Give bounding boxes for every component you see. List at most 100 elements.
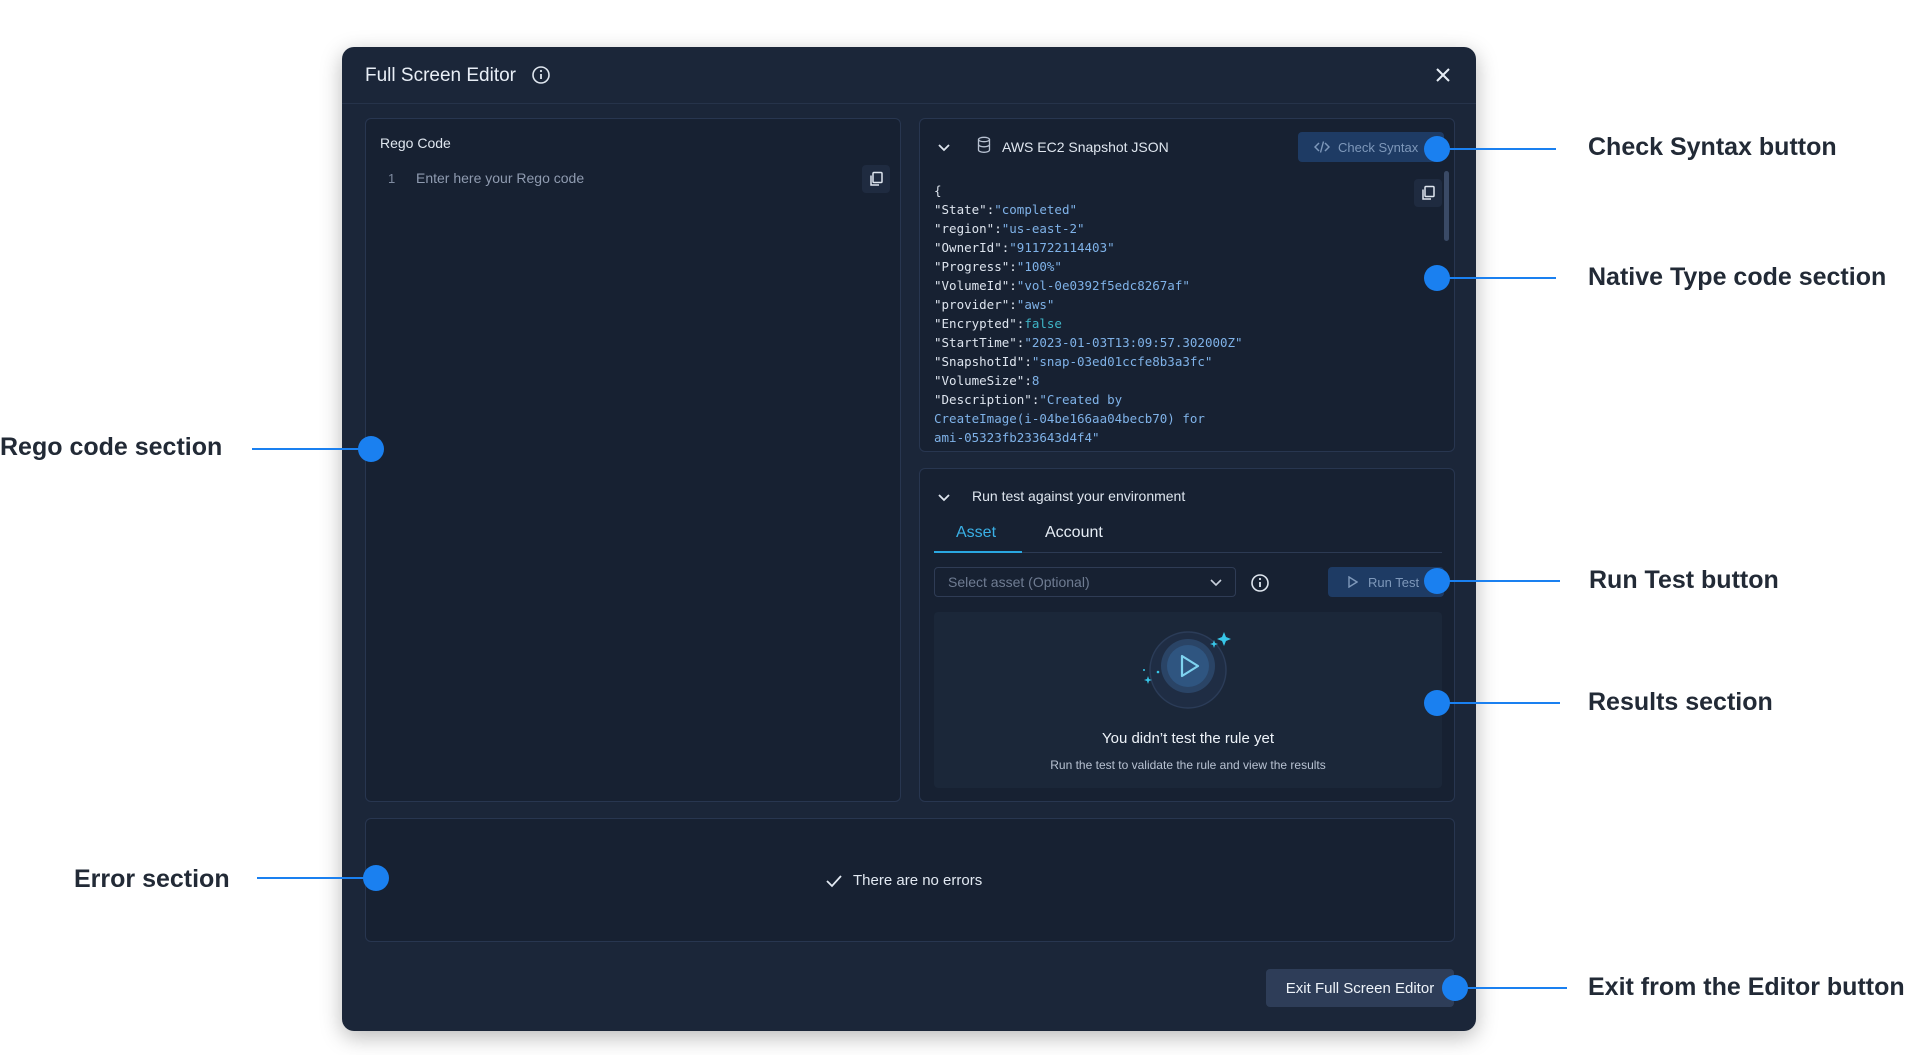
tab-account[interactable]: Account bbox=[1045, 524, 1103, 542]
json-line: "Encrypted":false bbox=[934, 314, 1404, 333]
chevron-down-icon[interactable] bbox=[936, 489, 952, 505]
json-line: "SnapshotId":"snap-03ed01ccfe8b3a3fc" bbox=[934, 352, 1404, 371]
json-value: false bbox=[1024, 316, 1062, 331]
json-value: "aws" bbox=[1016, 297, 1055, 312]
chevron-down-icon[interactable] bbox=[936, 139, 952, 155]
callout-native-type: Native Type code section bbox=[1588, 263, 1887, 291]
json-key: "Progress" bbox=[934, 259, 1010, 274]
rego-code-panel: Rego Code 1 bbox=[365, 118, 901, 802]
chevron-down-icon bbox=[1210, 579, 1222, 587]
json-line: ami-05323fb233643d4f4" bbox=[934, 428, 1404, 443]
callout-dot bbox=[358, 436, 384, 462]
play-icon bbox=[1348, 576, 1358, 588]
json-separator: : bbox=[1009, 259, 1017, 274]
copy-icon bbox=[1422, 185, 1435, 200]
json-separator: : bbox=[1024, 354, 1032, 369]
json-value: ami-05323fb233643d4f4" bbox=[934, 430, 1100, 443]
modal-header: Full Screen Editor bbox=[342, 47, 1476, 104]
json-separator: : bbox=[1009, 278, 1017, 293]
json-key: "StartTime" bbox=[934, 335, 1017, 350]
active-tab-indicator bbox=[934, 551, 1022, 553]
rego-copy-button[interactable] bbox=[862, 165, 890, 193]
code-icon bbox=[1314, 141, 1330, 153]
callout-line bbox=[1437, 702, 1560, 704]
json-line: CreateImage(i-04be166aa04becb70) for bbox=[934, 409, 1404, 428]
info-icon[interactable] bbox=[531, 65, 551, 85]
error-section: There are no errors bbox=[365, 818, 1455, 942]
json-value: "100%" bbox=[1016, 259, 1062, 274]
callout-run-test: Run Test button bbox=[1589, 566, 1779, 594]
json-line: "OwnerId":"911722114403" bbox=[934, 238, 1404, 257]
rego-code-input[interactable] bbox=[414, 163, 838, 193]
callout-check-syntax: Check Syntax button bbox=[1588, 133, 1837, 161]
exit-full-screen-editor-button[interactable]: Exit Full Screen Editor bbox=[1266, 969, 1454, 1007]
full-screen-editor-modal: Full Screen Editor Rego Code 1 Enter her… bbox=[342, 47, 1476, 1031]
callout-error: Error section bbox=[74, 865, 230, 893]
modal-title: Full Screen Editor bbox=[365, 65, 517, 86]
json-key: "Encrypted" bbox=[934, 316, 1017, 331]
json-value: "completed" bbox=[994, 202, 1078, 217]
result-title: You didn’t test the rule yet bbox=[1101, 730, 1275, 747]
result-subtitle: Run the test to validate the rule and vi… bbox=[1050, 758, 1326, 772]
run-test-title: Run test against your environment bbox=[972, 488, 1186, 504]
callout-line bbox=[1437, 277, 1556, 279]
results-section: You didn’t test the rule yet Run the tes… bbox=[934, 612, 1442, 788]
json-line: "VolumeId":"vol-0e0392f5edc8267af" bbox=[934, 276, 1404, 295]
json-open-brace: { bbox=[934, 183, 942, 198]
json-line: "StartTime":"2023-01-03T13:09:57.302000Z… bbox=[934, 333, 1404, 352]
rego-code-title: Rego Code bbox=[380, 135, 451, 151]
json-key: "OwnerId" bbox=[934, 240, 1002, 255]
callout-exit: Exit from the Editor button bbox=[1588, 973, 1905, 1001]
json-value: "2023-01-03T13:09:57.302000Z" bbox=[1024, 335, 1243, 350]
run-test-label: Run Test bbox=[1368, 574, 1420, 590]
database-icon bbox=[977, 136, 991, 153]
callout-line bbox=[257, 877, 365, 879]
callout-line bbox=[1437, 148, 1556, 150]
json-line: "VolumeSize":8 bbox=[934, 371, 1404, 390]
json-value: "snap-03ed01ccfe8b3a3fc" bbox=[1031, 354, 1213, 369]
json-separator: : bbox=[994, 221, 1002, 236]
callout-line bbox=[1455, 987, 1567, 989]
error-message: There are no errors bbox=[853, 872, 983, 889]
check-icon bbox=[826, 875, 842, 888]
json-key: "State" bbox=[934, 202, 987, 217]
callout-line bbox=[252, 448, 360, 450]
check-syntax-button[interactable]: Check Syntax bbox=[1298, 132, 1444, 162]
json-line: "Description":"Created by bbox=[934, 390, 1404, 409]
json-code-view[interactable]: { "State":"completed" "region":"us-east-2… bbox=[934, 181, 1404, 443]
native-type-code-panel: AWS EC2 Snapshot JSON Check Syntax { "St… bbox=[919, 118, 1455, 452]
callout-line bbox=[1437, 580, 1560, 582]
json-scrollbar[interactable] bbox=[1444, 171, 1449, 241]
copy-icon bbox=[870, 171, 883, 186]
json-key: "Description" bbox=[934, 392, 1032, 407]
asset-select-placeholder: Select asset (Optional) bbox=[948, 574, 1090, 590]
asset-select[interactable]: Select asset (Optional) bbox=[934, 567, 1236, 597]
callout-results: Results section bbox=[1588, 688, 1773, 716]
callout-dot bbox=[363, 865, 389, 891]
info-icon[interactable] bbox=[1250, 573, 1270, 593]
json-value: "911722114403" bbox=[1009, 240, 1115, 255]
json-separator: : bbox=[1024, 373, 1032, 388]
json-value: "vol-0e0392f5edc8267af" bbox=[1016, 278, 1190, 293]
json-key: "VolumeId" bbox=[934, 278, 1010, 293]
test-tabs: Asset Account bbox=[934, 514, 1442, 553]
json-line: "region":"us-east-2" bbox=[934, 219, 1404, 238]
json-value: 8 bbox=[1031, 373, 1040, 388]
check-syntax-label: Check Syntax bbox=[1338, 139, 1419, 155]
json-separator: : bbox=[1009, 297, 1017, 312]
json-copy-button[interactable] bbox=[1414, 179, 1442, 207]
json-line: "State":"completed" bbox=[934, 200, 1404, 219]
json-value: CreateImage(i-04be166aa04becb70) for bbox=[934, 411, 1205, 426]
json-key: "provider" bbox=[934, 297, 1010, 312]
play-illustration-icon bbox=[1143, 631, 1231, 709]
run-test-panel: Run test against your environment Asset … bbox=[919, 468, 1455, 802]
json-value: "Created by bbox=[1039, 392, 1123, 407]
callout-rego-code: Rego code section bbox=[0, 433, 223, 461]
json-line: "Progress":"100%" bbox=[934, 257, 1404, 276]
close-icon[interactable] bbox=[1432, 64, 1454, 86]
json-key: "VolumeSize" bbox=[934, 373, 1025, 388]
tab-asset[interactable]: Asset bbox=[956, 524, 996, 542]
json-key: "region" bbox=[934, 221, 995, 236]
json-key: "SnapshotId" bbox=[934, 354, 1025, 369]
json-line: "provider":"aws" bbox=[934, 295, 1404, 314]
